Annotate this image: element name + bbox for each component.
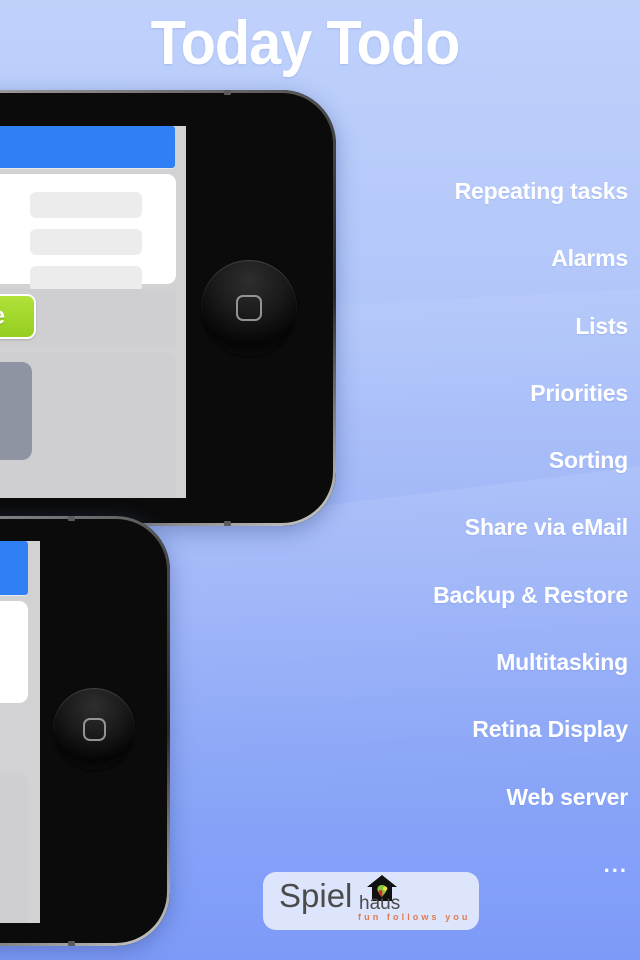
device-screen-bottom: Frida 22 xyxy=(0,541,40,923)
logo-subword: haus xyxy=(359,893,401,914)
note-stub-2 xyxy=(30,229,142,255)
spielhaus-logo[interactable]: Spiel haus fun follows you xyxy=(263,872,479,930)
feature-item-repeating-tasks: Repeating tasks xyxy=(454,178,629,204)
feature-item-lists: Lists xyxy=(575,312,628,339)
logo-tagline: fun follows you xyxy=(358,912,471,922)
antenna-notch-bottom xyxy=(68,941,75,946)
note-stub-1 xyxy=(30,192,142,218)
antenna-notch-top xyxy=(68,516,75,521)
note-card[interactable]: ns). xyxy=(0,174,176,292)
day-of-week: Frida xyxy=(0,371,32,389)
page-title: Today Todo xyxy=(150,9,461,78)
feature-item-sorting: Sorting xyxy=(548,447,628,474)
antenna-notch-top xyxy=(224,90,231,95)
feature-item-backup-restore: Backup & Restore xyxy=(433,581,628,608)
feature-item-retina-display: Retina Display xyxy=(472,716,628,743)
app-navbar[interactable] xyxy=(0,541,28,595)
home-button-square-icon xyxy=(82,717,106,741)
feature-item-alarms: Alarms xyxy=(551,245,628,272)
feature-item-web-server: Web server xyxy=(506,783,628,810)
day-cell[interactable]: Frida 22 xyxy=(0,362,32,460)
save-toolbar: Save xyxy=(0,289,176,347)
feature-item-multitasking: Multitasking xyxy=(496,649,628,676)
iphone-device-bottom: Frida 22 xyxy=(0,516,170,946)
home-button[interactable] xyxy=(53,688,135,770)
logo-wordmark: Spiel xyxy=(279,877,353,914)
date-picker: y Thursday 21 Frida 22 3 PM 🔔 xyxy=(0,352,176,498)
feature-item-share-via-email: Share via eMail xyxy=(464,514,628,541)
button-toolbar xyxy=(0,709,28,767)
feature-list: Repeating tasks Alarms Lists Priorities … xyxy=(208,158,628,898)
feature-item-priorities: Priorities xyxy=(530,379,628,406)
list-card[interactable] xyxy=(0,601,28,703)
date-picker: Frida 22 xyxy=(0,773,28,923)
promo-screen: ns). Save y Thursday 21 Frida xyxy=(0,0,640,960)
day-number: 22 xyxy=(0,389,32,445)
save-button[interactable]: Save xyxy=(0,294,36,339)
app-navbar[interactable] xyxy=(0,126,175,168)
device-screen-top: ns). Save y Thursday 21 Frida xyxy=(0,126,186,498)
